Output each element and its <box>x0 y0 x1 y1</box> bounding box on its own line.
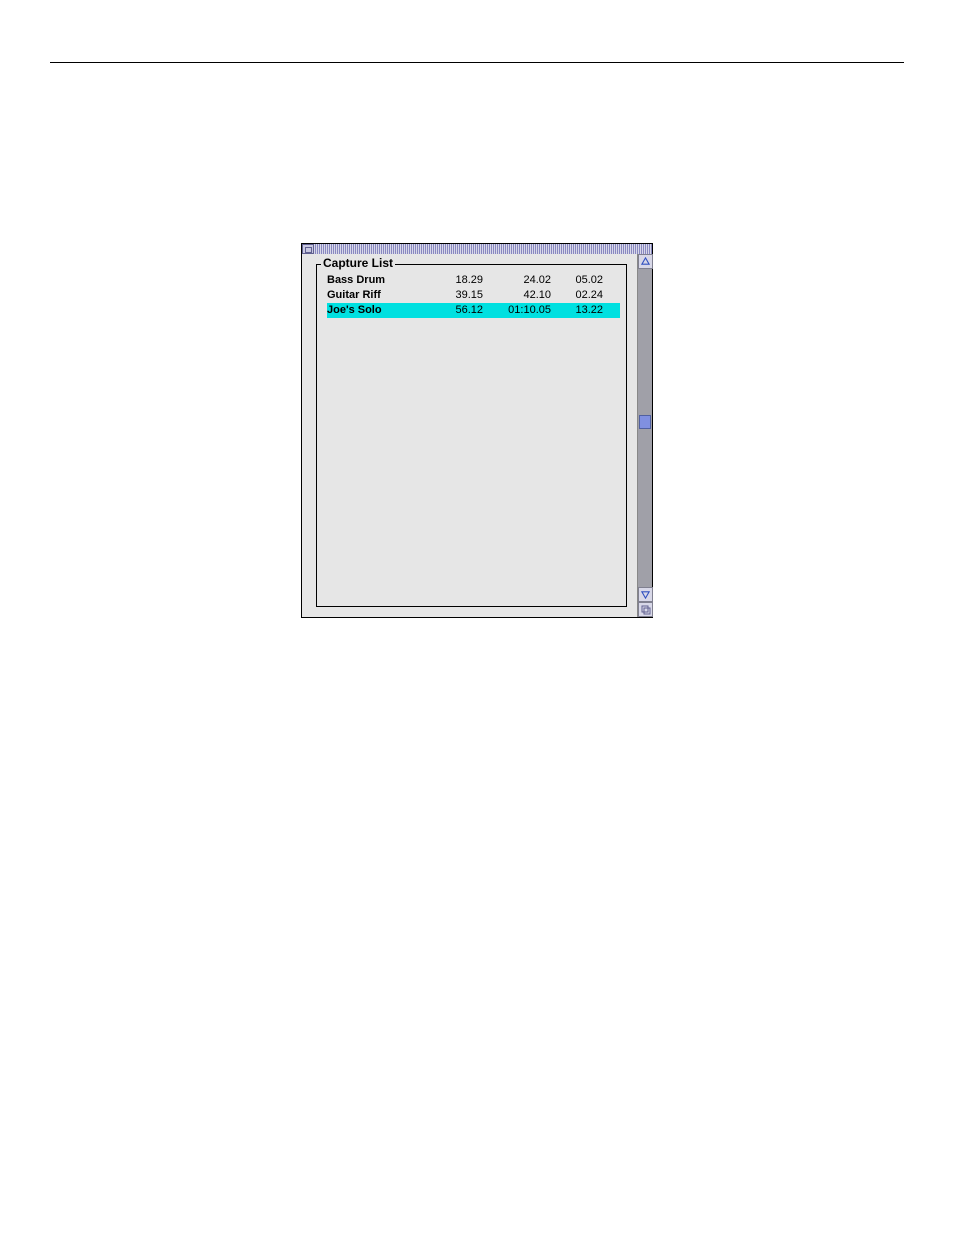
row-duration: 05.02 <box>551 273 603 288</box>
resize-icon <box>641 605 651 615</box>
row-duration: 02.24 <box>551 288 603 303</box>
scroll-up-button[interactable] <box>638 254 653 269</box>
row-end: 01:10.05 <box>483 303 551 318</box>
scroll-down-button[interactable] <box>638 587 653 602</box>
list-row[interactable]: Guitar Riff 39.15 42.10 02.24 <box>327 288 620 303</box>
window-menu-icon[interactable] <box>302 244 314 254</box>
scroll-thumb[interactable] <box>639 415 651 429</box>
window-body: Capture List Bass Drum 18.29 24.02 05.02… <box>302 254 652 617</box>
vertical-scrollbar[interactable] <box>637 254 652 617</box>
arrow-up-icon <box>641 257 650 266</box>
row-start: 56.12 <box>435 303 483 318</box>
row-name: Joe's Solo <box>327 303 435 318</box>
row-duration: 13.22 <box>551 303 603 318</box>
arrow-down-icon <box>641 590 650 599</box>
capture-list-rows: Bass Drum 18.29 24.02 05.02 Guitar Riff … <box>317 265 626 324</box>
top-rule <box>50 62 904 63</box>
fieldset-legend: Capture List <box>321 256 395 270</box>
list-row[interactable]: Bass Drum 18.29 24.02 05.02 <box>327 273 620 288</box>
row-start: 39.15 <box>435 288 483 303</box>
row-name: Guitar Riff <box>327 288 435 303</box>
row-end: 24.02 <box>483 273 551 288</box>
list-row[interactable]: Joe's Solo 56.12 01:10.05 13.22 <box>327 303 620 318</box>
window-titlebar[interactable] <box>302 244 652 254</box>
row-end: 42.10 <box>483 288 551 303</box>
scroll-track[interactable] <box>638 269 652 587</box>
capture-list-fieldset: Capture List Bass Drum 18.29 24.02 05.02… <box>316 264 627 607</box>
row-start: 18.29 <box>435 273 483 288</box>
content-area: Capture List Bass Drum 18.29 24.02 05.02… <box>302 254 637 617</box>
row-name: Bass Drum <box>327 273 435 288</box>
capture-list-window: Capture List Bass Drum 18.29 24.02 05.02… <box>301 243 653 618</box>
resize-corner[interactable] <box>638 602 653 617</box>
